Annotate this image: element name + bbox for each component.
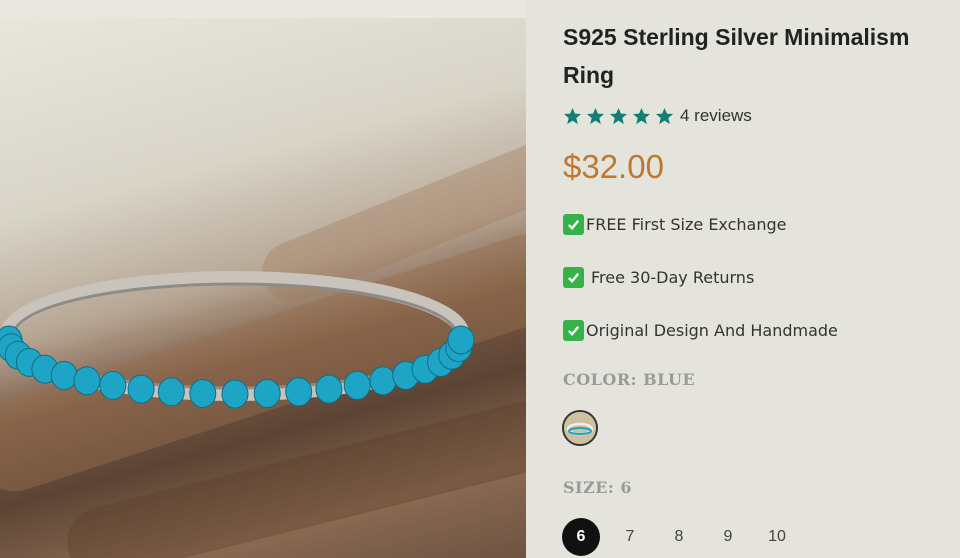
size-options: 6 7 8 9 10 <box>562 518 807 556</box>
product-price: $32.00 <box>563 148 664 185</box>
turquoise-stone <box>73 366 101 396</box>
ring-thumbnail-icon <box>564 412 596 444</box>
turquoise-stone <box>50 360 78 390</box>
check-icon <box>563 320 584 341</box>
product-title: S925 Sterling Silver Minimalism Ring <box>563 24 910 88</box>
turquoise-stone <box>221 379 249 409</box>
size-option-8[interactable]: 8 <box>660 518 698 556</box>
size-option-9[interactable]: 9 <box>709 518 747 556</box>
reviews-link[interactable]: 4 reviews <box>680 106 752 126</box>
ring-icon <box>0 271 475 409</box>
feature-item: Original Design And Handmade <box>563 320 838 341</box>
turquoise-stone <box>99 370 127 400</box>
feature-text: Original Design And Handmade <box>586 321 838 340</box>
feature-item: Free 30-Day Returns <box>563 267 754 288</box>
feature-text: FREE First Size Exchange <box>586 215 787 234</box>
check-icon <box>563 214 584 235</box>
turquoise-stone <box>315 374 343 404</box>
turquoise-stone <box>157 377 185 407</box>
turquoise-stone <box>127 374 155 404</box>
star-icon <box>655 107 674 124</box>
star-icon <box>609 107 628 124</box>
feature-text: Free 30-Day Returns <box>591 268 755 287</box>
turquoise-stone <box>189 379 217 408</box>
color-swatch[interactable] <box>562 410 598 446</box>
turquoise-stone <box>253 379 281 408</box>
size-label: SIZE: 6 <box>563 478 633 497</box>
check-icon <box>563 267 584 288</box>
turquoise-stone <box>447 325 475 355</box>
size-option-10[interactable]: 10 <box>758 518 796 556</box>
product-photo[interactable] <box>0 18 526 558</box>
size-option-6[interactable]: 6 <box>562 518 600 556</box>
rating-row[interactable]: 4 reviews <box>563 104 752 128</box>
turquoise-stone <box>285 377 313 407</box>
star-icon <box>632 107 651 124</box>
turquoise-stone <box>369 366 397 396</box>
star-icon <box>586 107 605 124</box>
color-label: COLOR: BLUE <box>563 370 696 389</box>
feature-item: FREE First Size Exchange <box>563 214 787 235</box>
turquoise-stone <box>343 370 371 400</box>
size-option-7[interactable]: 7 <box>611 518 649 556</box>
star-icon <box>563 107 582 124</box>
